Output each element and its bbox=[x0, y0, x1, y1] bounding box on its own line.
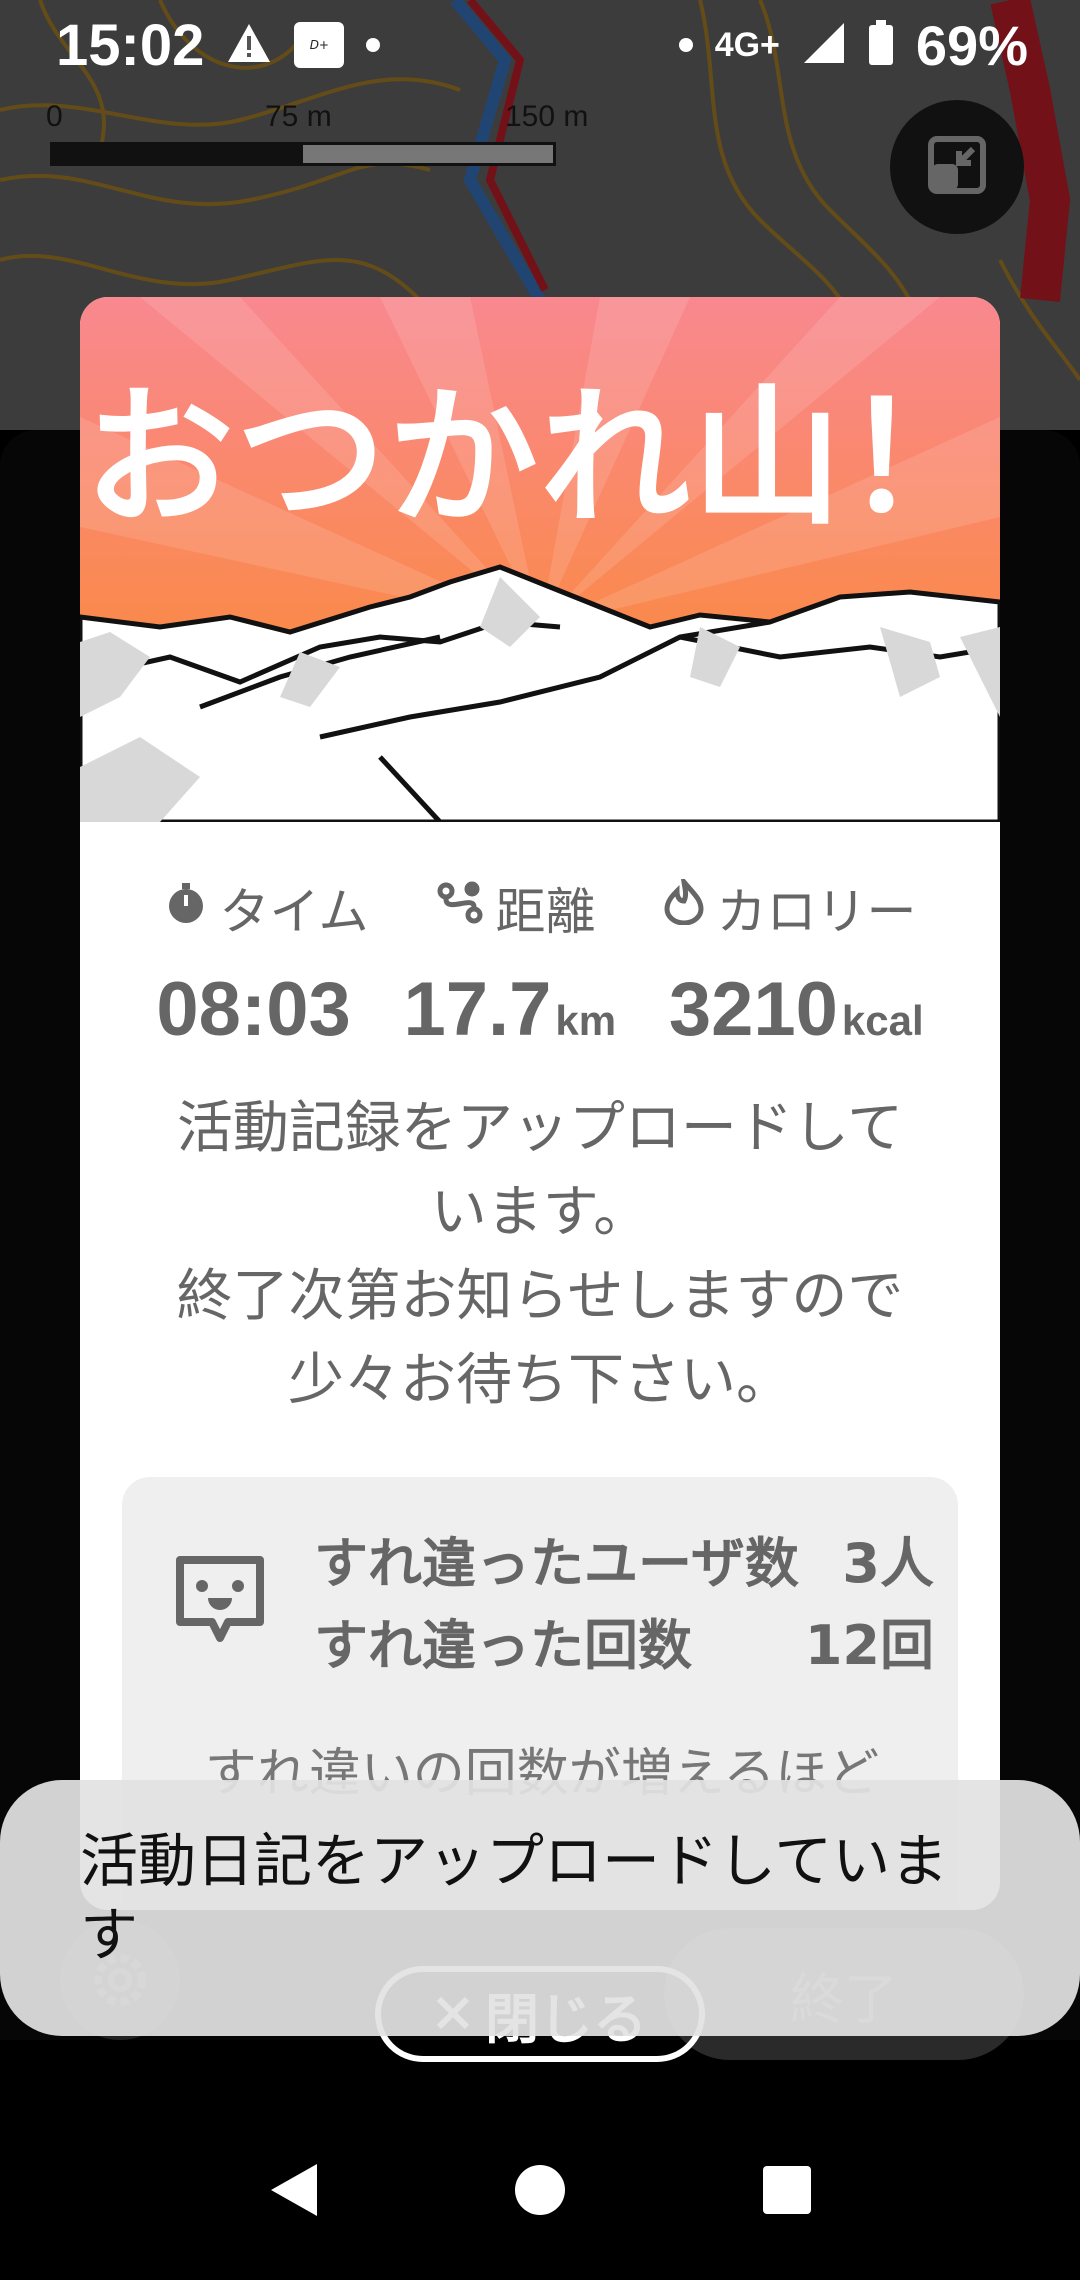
upload-message-line-4: 少々お待ち下さい。 bbox=[288, 1348, 792, 1413]
stat-time-text: タイム bbox=[219, 883, 369, 941]
scale-label-0: 0 bbox=[46, 100, 63, 133]
passing-users-value: 3人 bbox=[842, 1532, 934, 1595]
home-button[interactable] bbox=[495, 2145, 585, 2235]
warning-icon bbox=[226, 22, 272, 68]
passing-face-icon bbox=[172, 1552, 268, 1656]
signal-icon bbox=[802, 21, 846, 69]
battery-percent: 69% bbox=[915, 13, 1028, 77]
exit-fullscreen-button[interactable] bbox=[890, 100, 1024, 234]
notification-dot-icon-2 bbox=[678, 38, 693, 52]
passing-count-row: すれ違った回数 12回 bbox=[314, 1601, 934, 1680]
notification-dot-icon bbox=[366, 38, 381, 52]
disney-icon: D+ bbox=[294, 22, 345, 68]
stat-calorie-value: 3210kcal bbox=[668, 967, 924, 1052]
passing-count-value: 12回 bbox=[804, 1614, 934, 1677]
recents-button[interactable] bbox=[742, 2145, 832, 2235]
upload-message-line-3: 終了次第お知らせしますので bbox=[176, 1264, 904, 1329]
minimize-icon bbox=[925, 133, 989, 201]
activity-stats: タイム 距離 カロリー 08:03 17.7km 3210kcal bbox=[80, 872, 1000, 1053]
stat-distance-text: 距離 bbox=[495, 883, 596, 941]
upload-message-line-2: います。 bbox=[430, 1180, 650, 1245]
upload-message: 活動記録をアップロードして います。 終了次第お知らせしますので 少々お待ち下さ… bbox=[120, 1087, 960, 1423]
calorie-unit: kcal bbox=[841, 997, 924, 1044]
system-nav-bar bbox=[0, 2100, 1080, 2280]
stat-time-label: タイム bbox=[164, 872, 369, 944]
status-bar: 15:02 D+ 4G+ 69% bbox=[0, 0, 1080, 90]
distance-unit: km bbox=[555, 997, 617, 1044]
passing-users-row: すれ違ったユーザ数 3人 bbox=[314, 1519, 934, 1598]
map-scale-bar: 0 75 m 150 m bbox=[46, 100, 610, 170]
stat-distance-label: 距離 bbox=[436, 872, 596, 944]
toast-text: 活動日記をアップロードしています bbox=[80, 1827, 949, 1969]
status-time: 15:02 bbox=[56, 12, 205, 78]
network-type: 4G+ bbox=[714, 25, 780, 64]
scale-label-150: 150 m bbox=[505, 100, 589, 133]
stat-distance-value: 17.7km bbox=[403, 967, 617, 1052]
stopwatch-icon bbox=[164, 879, 208, 937]
upload-toast: 活動日記をアップロードしています bbox=[0, 1780, 1080, 2036]
scale-bar-graphic bbox=[50, 142, 556, 166]
upload-message-line-1: 活動記録をアップロードして bbox=[176, 1096, 904, 1161]
passing-count-label: すれ違った回数 bbox=[314, 1614, 692, 1677]
summit-complete-dialog: おつかれ山！ タイム 距離 カロリー 08:03 17.7km 3210kcal… bbox=[80, 297, 1000, 1910]
stat-calorie-text: カロリー bbox=[716, 883, 917, 941]
passing-users-label: すれ違ったユーザ数 bbox=[314, 1532, 799, 1595]
dialog-banner: おつかれ山！ bbox=[80, 297, 1000, 825]
back-button[interactable] bbox=[248, 2145, 338, 2235]
battery-icon bbox=[868, 20, 894, 70]
stat-time-value: 08:03 bbox=[156, 967, 351, 1052]
banner-title: おつかれ山！ bbox=[83, 372, 996, 546]
scale-label-75: 75 m bbox=[265, 100, 332, 133]
route-icon bbox=[436, 879, 484, 937]
stat-calorie-label: カロリー bbox=[663, 872, 917, 944]
flame-icon bbox=[663, 873, 705, 937]
